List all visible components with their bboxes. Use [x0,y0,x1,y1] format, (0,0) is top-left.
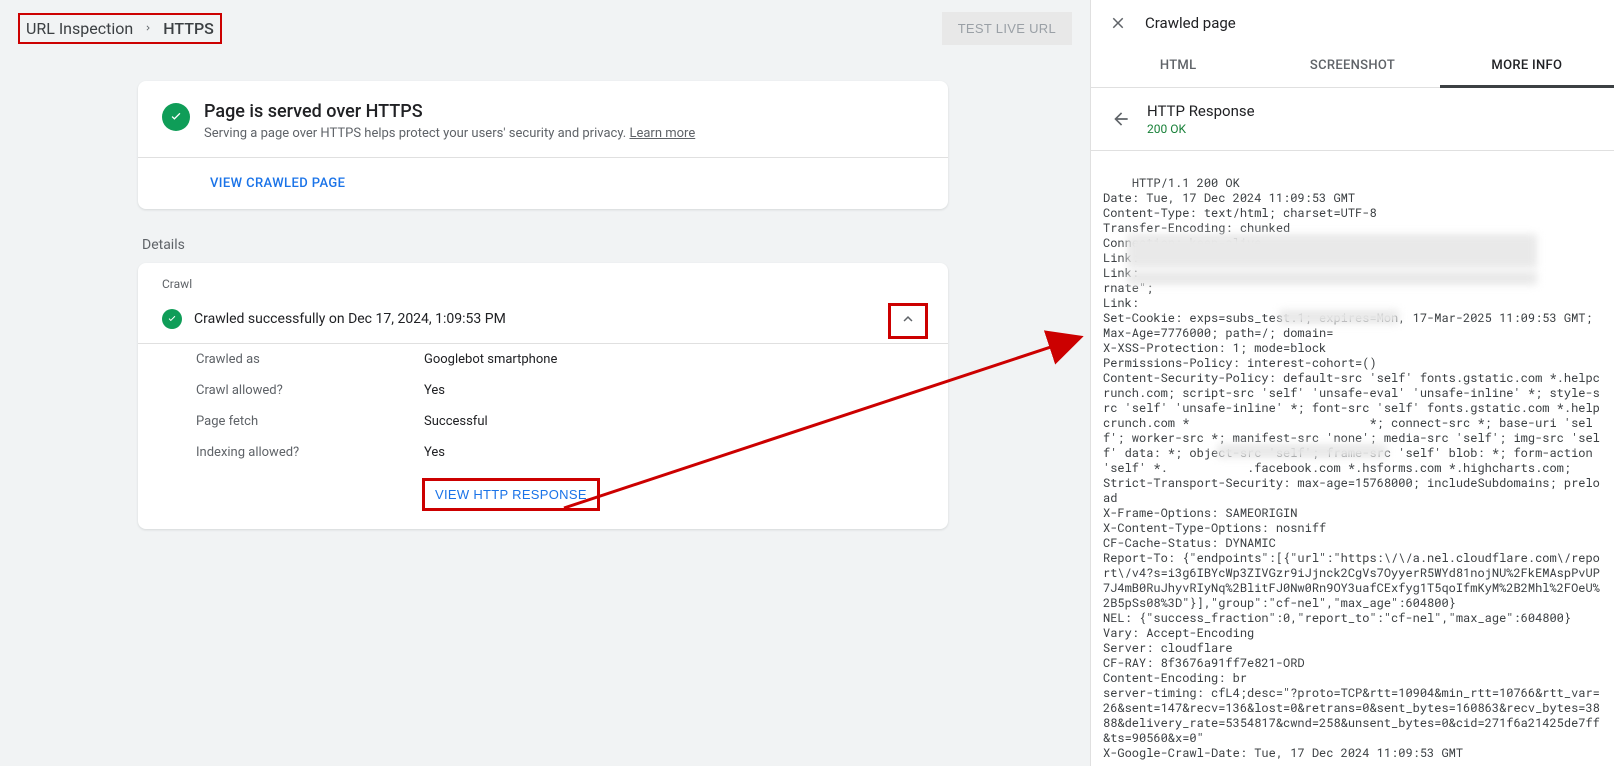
close-icon [1109,14,1127,32]
check-circle-icon [162,309,182,329]
page-subtitle: Serving a page over HTTPS helps protect … [204,126,695,141]
table-row: Indexing allowed? Yes [138,437,948,468]
redaction-mask [1279,310,1399,324]
http-response-title: HTTP Response [1147,102,1255,120]
row-value: Yes [424,383,445,398]
crawl-status: Crawled successfully on Dec 17, 2024, 1:… [194,311,506,327]
redaction-mask [1127,271,1537,285]
http-response-body[interactable]: HTTP/1.1 200 OK Date: Tue, 17 Dec 2024 1… [1091,151,1614,766]
redaction-mask [1217,444,1387,458]
check-circle-icon [162,103,190,131]
panel-title: Crawled page [1145,14,1236,32]
arrow-left-icon [1111,109,1131,129]
row-label: Crawl allowed? [196,383,424,398]
table-row: Crawled as Googlebot smartphone [138,344,948,375]
collapse-toggle-button[interactable] [888,303,928,339]
test-live-url-button[interactable]: TEST LIVE URL [942,12,1072,45]
crawl-section-label: Crawl [162,277,924,291]
tab-html[interactable]: HTML [1091,46,1265,87]
page-title: Page is served over HTTPS [204,101,695,122]
table-row: Crawl allowed? Yes [138,375,948,406]
row-label: Indexing allowed? [196,445,424,460]
row-label: Crawled as [196,352,424,367]
chevron-right-icon [143,21,153,37]
details-heading: Details [142,237,948,253]
row-label: Page fetch [196,414,424,429]
back-button[interactable] [1111,109,1131,129]
row-value: Yes [424,445,445,460]
chevron-up-icon [899,316,917,332]
crawl-details-card: Crawl Crawled successfully on Dec 17, 20… [138,263,948,529]
table-row: Page fetch Successful [138,406,948,437]
panel-tabs: HTML SCREENSHOT MORE INFO [1091,46,1614,88]
https-summary-card: Page is served over HTTPS Serving a page… [138,81,948,209]
breadcrumb-parent[interactable]: URL Inspection [26,19,133,38]
breadcrumb-current: HTTPS [163,19,214,38]
learn-more-link[interactable]: Learn more [629,126,695,141]
row-value: Successful [424,414,488,429]
crawled-page-panel: Crawled page HTML SCREENSHOT MORE INFO H… [1090,0,1614,766]
view-crawled-page-button[interactable]: VIEW CRAWLED PAGE [138,158,948,209]
breadcrumb[interactable]: URL Inspection HTTPS [18,13,222,44]
http-status: 200 OK [1147,122,1255,136]
close-button[interactable] [1109,14,1127,32]
row-value: Googlebot smartphone [424,352,557,367]
tab-screenshot[interactable]: SCREENSHOT [1265,46,1439,87]
tab-more-info[interactable]: MORE INFO [1440,46,1614,88]
redaction-mask [1127,234,1537,268]
view-http-response-button[interactable]: VIEW HTTP RESPONSE [422,478,600,511]
